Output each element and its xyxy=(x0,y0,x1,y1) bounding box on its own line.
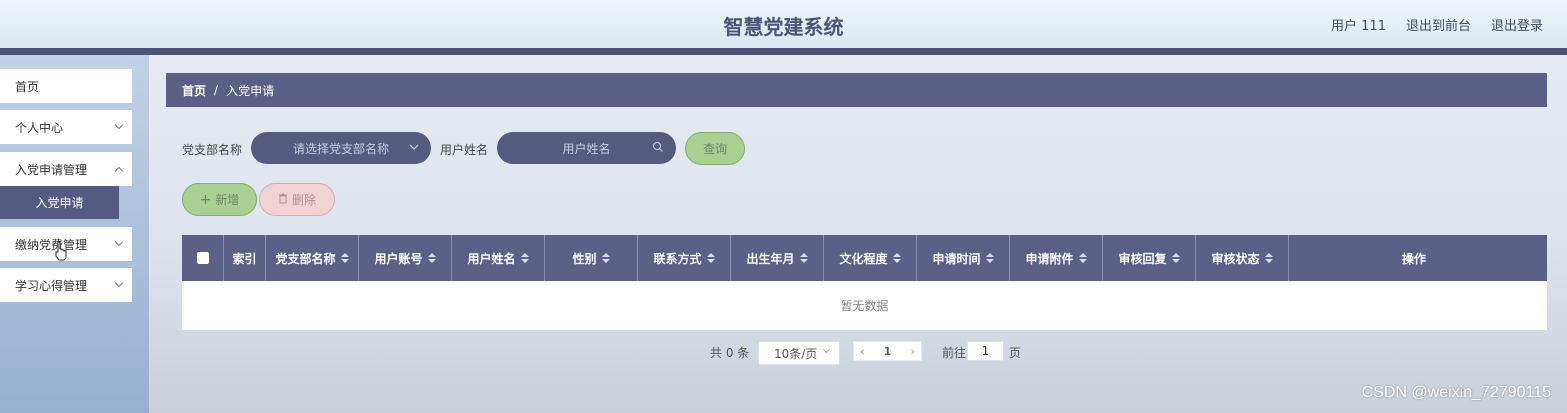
query-button-label: 查询 xyxy=(702,142,727,156)
column-header-index: 索引 xyxy=(224,235,266,281)
sidebar-item-label: 个人中心 xyxy=(15,120,64,135)
branch-name-label: 党支部名称 xyxy=(182,143,243,157)
breadcrumb-home[interactable]: 首页 xyxy=(182,82,206,99)
header-divider xyxy=(0,48,1567,55)
column-header-user-account[interactable]: 用户账号 xyxy=(359,235,452,281)
watermark-text: CSDN @weixin_72790115 xyxy=(1361,384,1551,401)
user-name-label: 用户姓名 xyxy=(440,143,489,157)
sort-icon xyxy=(706,253,715,263)
branch-select[interactable]: 请选择党支部名称 xyxy=(251,132,431,164)
sidebar-subitem-label: 入党申请 xyxy=(35,196,84,210)
sort-icon xyxy=(601,253,610,263)
branch-select-placeholder: 请选择党支部名称 xyxy=(292,141,389,156)
page-suffix-label: 页 xyxy=(1009,346,1022,360)
logout-link[interactable]: 退出登录 xyxy=(1491,15,1543,34)
select-all-checkbox[interactable] xyxy=(196,252,209,264)
current-page-number[interactable]: 1 xyxy=(884,345,892,358)
breadcrumb-separator: / xyxy=(214,83,219,97)
sidebar-item-label: 学习心得管理 xyxy=(15,278,88,293)
column-header-contact[interactable]: 联系方式 xyxy=(638,235,731,281)
page-size-select[interactable]: 10条/页 xyxy=(758,341,840,365)
sidebar-subitem-application[interactable]: 入党申请 xyxy=(0,186,119,219)
column-header-birth-date[interactable]: 出生年月 xyxy=(731,235,824,281)
data-table: 索引 党支部名称 用户账号 用户姓名 性别 联系方式 出生年月 文化程度 申请时… xyxy=(182,235,1547,330)
trash-icon xyxy=(278,193,288,207)
user-name-input[interactable]: 用户姓名 xyxy=(497,132,676,164)
column-header-label: 出生年月 xyxy=(746,251,795,266)
top-header: 智慧党建系统 用户 111 退出到前台 退出登录 xyxy=(0,0,1567,48)
sort-icon xyxy=(1078,253,1087,263)
goto-label: 前往 xyxy=(942,346,967,360)
column-header-review-reply[interactable]: 审核回复 xyxy=(1103,235,1196,281)
user-name-placeholder: 用户姓名 xyxy=(562,141,611,156)
sort-icon xyxy=(427,253,436,263)
page-size-value: 10条/页 xyxy=(774,346,818,361)
sidebar-item-home[interactable]: 首页 xyxy=(0,69,132,103)
column-header-label: 用户账号 xyxy=(374,251,423,266)
column-header-label: 用户姓名 xyxy=(467,251,516,266)
chevron-up-icon xyxy=(114,166,124,176)
pagination-total: 共 0 条 xyxy=(710,346,750,360)
empty-table-message: 暂无数据 xyxy=(840,299,889,313)
header-links: 用户 111 退出到前台 退出登录 xyxy=(1331,15,1543,34)
sort-icon xyxy=(799,253,808,263)
plus-icon: + xyxy=(199,191,212,208)
column-header-review-status[interactable]: 审核状态 xyxy=(1196,235,1289,281)
sort-icon xyxy=(892,253,901,263)
column-header-branch-name[interactable]: 党支部名称 xyxy=(266,235,359,281)
chevron-down-icon xyxy=(114,278,124,288)
sidebar-item-study-notes-management[interactable]: 学习心得管理 xyxy=(0,268,132,302)
chevron-down-icon xyxy=(114,237,124,247)
delete-button-label: 删除 xyxy=(291,193,316,207)
sort-icon xyxy=(985,253,994,263)
column-header-label: 索引 xyxy=(232,251,257,266)
hand-cursor-icon xyxy=(55,241,67,261)
select-all-checkbox-cell xyxy=(182,235,224,281)
pagination-nav: ‹ 1 › xyxy=(853,341,922,361)
breadcrumb-current: 入党申请 xyxy=(226,83,275,98)
query-button[interactable]: 查询 xyxy=(685,132,745,165)
add-button[interactable]: + 新增 xyxy=(182,183,257,216)
user-label: 用户 111 xyxy=(1331,19,1386,34)
column-header-application-time[interactable]: 申请时间 xyxy=(917,235,1010,281)
column-header-label: 文化程度 xyxy=(839,251,888,266)
add-button-label: 新增 xyxy=(215,193,240,207)
chevron-down-icon xyxy=(114,120,124,130)
sidebar-item-label: 首页 xyxy=(15,79,40,94)
column-header-attachment[interactable]: 申请附件 xyxy=(1010,235,1103,281)
sidebar-item-application-management[interactable]: 入党申请管理 xyxy=(0,152,132,186)
sort-icon xyxy=(340,253,349,263)
breadcrumb: 首页 / 入党申请 xyxy=(166,73,1547,107)
sort-icon xyxy=(1264,253,1273,263)
sidebar-item-personal-center[interactable]: 个人中心 xyxy=(0,110,132,144)
sort-icon xyxy=(520,253,529,263)
column-header-actions: 操作 xyxy=(1289,235,1539,281)
column-header-label: 申请时间 xyxy=(932,251,981,266)
column-header-label: 党支部名称 xyxy=(275,251,336,266)
column-header-label: 申请附件 xyxy=(1025,251,1074,266)
sidebar-item-label: 入党申请管理 xyxy=(15,162,88,177)
sidebar-item-label: 缴纳党费管理 xyxy=(15,237,88,252)
search-icon xyxy=(652,140,664,157)
column-header-education[interactable]: 文化程度 xyxy=(824,235,917,281)
column-header-label: 审核回复 xyxy=(1118,251,1167,266)
delete-button[interactable]: 删除 xyxy=(259,183,335,216)
chevron-down-icon xyxy=(409,140,419,157)
column-header-user-name[interactable]: 用户姓名 xyxy=(452,235,545,281)
prev-page-icon[interactable]: ‹ xyxy=(860,345,864,358)
chevron-down-icon xyxy=(822,345,831,354)
column-header-label: 联系方式 xyxy=(653,251,702,266)
sort-icon xyxy=(1171,253,1180,263)
column-header-label: 性别 xyxy=(572,251,597,266)
column-header-label: 操作 xyxy=(1401,251,1426,266)
column-header-label: 审核状态 xyxy=(1211,251,1260,266)
column-header-gender[interactable]: 性别 xyxy=(545,235,638,281)
table-header: 索引 党支部名称 用户账号 用户姓名 性别 联系方式 出生年月 文化程度 申请时… xyxy=(182,235,1547,281)
exit-front-link[interactable]: 退出到前台 xyxy=(1406,15,1471,34)
goto-page-input[interactable]: 1 xyxy=(967,341,1004,361)
next-page-icon[interactable]: › xyxy=(911,345,915,358)
